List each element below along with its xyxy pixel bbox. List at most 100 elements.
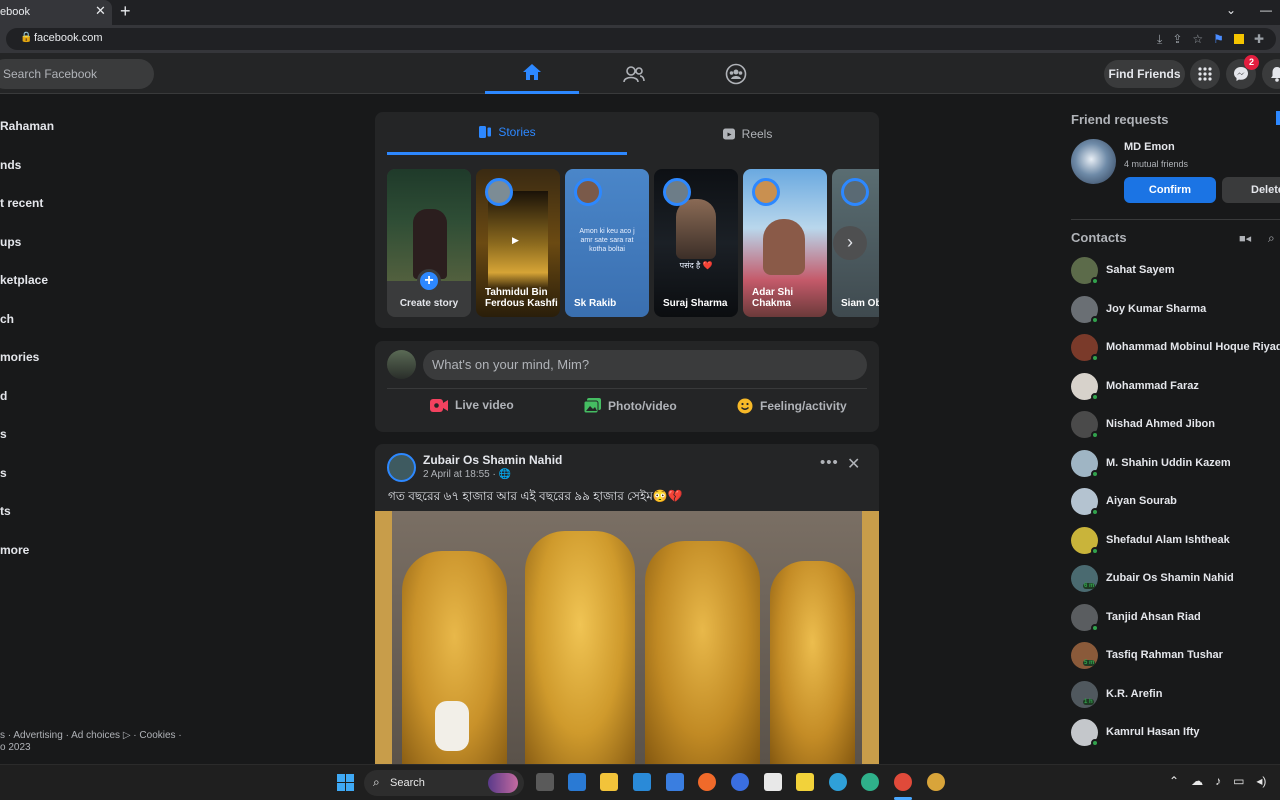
find-friends-button[interactable]: Find Friends	[1104, 60, 1185, 88]
sidebar-item-profile[interactable]: Rahaman	[0, 119, 54, 133]
tab-reels[interactable]: Reels	[627, 112, 867, 155]
live-video-icon	[430, 398, 448, 412]
firefox-dev-icon[interactable]	[731, 773, 749, 791]
story-item[interactable]: Adar Shi Chakma	[743, 169, 827, 317]
menu-button[interactable]	[1190, 59, 1220, 89]
windows-start-icon[interactable]	[337, 774, 354, 791]
sidebar-item-saved[interactable]: d	[0, 389, 7, 403]
contact-item[interactable]: Mohammad Faraz	[1071, 372, 1280, 403]
contact-item[interactable]: Aiyan Sourab	[1071, 488, 1280, 518]
post-timestamp[interactable]: 2 April at 18:55 · 🌐	[423, 469, 511, 480]
vscode-icon[interactable]	[633, 773, 651, 791]
story-author: Siam Ob	[841, 298, 879, 309]
more-options-icon[interactable]: •••	[820, 454, 839, 471]
edge-icon[interactable]	[829, 773, 847, 791]
extension-yellow-icon[interactable]	[1233, 34, 1244, 44]
file-explorer-icon[interactable]	[600, 773, 618, 791]
live-video-button[interactable]: Live video	[430, 398, 514, 412]
task-view-icon[interactable]	[536, 773, 554, 791]
story-item[interactable]: पसंद है ❤️ Suraj Sharma	[654, 169, 738, 317]
firefox-icon[interactable]	[698, 773, 716, 791]
story-person	[763, 219, 805, 275]
post-image[interactable]	[375, 511, 879, 764]
next-story-button[interactable]: ›	[833, 226, 867, 260]
contact-item[interactable]: Mohammad Mobinul Hoque Riyad	[1071, 334, 1280, 364]
minimize-icon[interactable]: —	[1260, 3, 1272, 17]
url-text[interactable]: facebook.com	[34, 32, 102, 44]
story-item[interactable]: ▶ Tahmidul Bin Ferdous Kashfi	[476, 169, 560, 317]
see-all-link[interactable]	[1276, 111, 1280, 125]
contact-item[interactable]: Nishad Ahmed Jibon	[1071, 411, 1280, 441]
avatar[interactable]	[1071, 139, 1116, 184]
chrome-icon[interactable]	[894, 773, 912, 791]
browser-tab[interactable]: ebook ✕	[0, 0, 112, 25]
sidebar-item-memories[interactable]: mories	[0, 350, 39, 364]
avatar[interactable]	[387, 453, 416, 482]
photo-video-button[interactable]: Photo/video	[584, 398, 677, 413]
tab-groups[interactable]	[689, 53, 783, 94]
sidebar-item-groups[interactable]: ups	[0, 235, 21, 249]
composer-card: What's on your mind, Mim? Live video Pho…	[375, 341, 879, 432]
sidebar-item-events[interactable]: s	[0, 466, 7, 480]
tab-search-icon[interactable]: ⌄	[1226, 3, 1236, 17]
tab-home[interactable]	[485, 53, 579, 94]
contact-name: K.R. Arefin	[1106, 687, 1163, 700]
network-icon[interactable]: ▭	[1233, 774, 1244, 788]
sticky-notes-icon[interactable]	[796, 773, 814, 791]
lock-icon[interactable]: 🔒	[20, 32, 32, 43]
confirm-button[interactable]: Confirm	[1124, 177, 1216, 203]
contact-item[interactable]: 1 h K.R. Arefin	[1071, 680, 1280, 711]
share-icon[interactable]: ⇪	[1172, 32, 1182, 47]
onedrive-icon[interactable]: ☁	[1191, 774, 1203, 788]
extension-icon[interactable]: ⚑	[1213, 32, 1224, 47]
contact-item[interactable]: M. Shahin Uddin Kazem	[1071, 449, 1280, 480]
sidebar-item-see-more[interactable]: more	[0, 543, 29, 557]
story-item[interactable]: Amon ki keu aco j amr sate sara rat koth…	[565, 169, 649, 317]
create-story-card[interactable]: + Create story	[387, 169, 471, 317]
tab-close-icon[interactable]: ✕	[95, 3, 106, 19]
search-icon[interactable]: ⌕	[1268, 231, 1275, 246]
sidebar-item-feeds[interactable]: ts	[0, 504, 11, 518]
app-icon[interactable]	[764, 773, 782, 791]
bookmark-star-icon[interactable]: ☆	[1192, 32, 1203, 47]
new-tab-button[interactable]: +	[120, 1, 131, 22]
sidebar-item-marketplace[interactable]: ketplace	[0, 273, 48, 287]
contact-item[interactable]: 5 m Tasfiq Rahman Tushar	[1071, 642, 1280, 672]
tab-stories[interactable]: Stories	[387, 112, 627, 155]
puzzle-icon[interactable]: ✚	[1254, 32, 1264, 47]
taskbar-search[interactable]: ⌕ Search	[364, 770, 524, 796]
edge-dev-icon[interactable]	[861, 773, 879, 791]
contact-item[interactable]: Kamrul Hasan Ifty	[1071, 719, 1280, 749]
contact-item[interactable]: Tanjid Ahsan Riad	[1071, 603, 1280, 634]
footer-line-1[interactable]: s · Advertising · Ad choices ▷ · Cookies…	[0, 730, 182, 742]
contact-item[interactable]: 6 m Zubair Os Shamin Nahid	[1071, 565, 1280, 595]
online-status-dot	[1091, 546, 1099, 555]
tab-friends[interactable]	[587, 53, 681, 94]
search-input[interactable]: Search Facebook	[0, 59, 154, 89]
sidebar-item-friends[interactable]: nds	[0, 158, 21, 172]
delete-button[interactable]: Delete	[1222, 177, 1280, 203]
post-author[interactable]: Zubair Os Shamin Nahid	[423, 453, 562, 467]
todo-icon[interactable]	[666, 773, 684, 791]
composer-input[interactable]: What's on your mind, Mim?	[423, 350, 867, 380]
sidebar-item-watch[interactable]: ch	[0, 312, 14, 326]
contact-item[interactable]: Shefadul Alam Ishtheak	[1071, 526, 1280, 557]
close-icon[interactable]: ✕	[847, 454, 860, 474]
chevron-up-icon[interactable]: ⌃	[1169, 774, 1179, 788]
contact-item[interactable]: Joy Kumar Sharma	[1071, 295, 1280, 326]
contact-item[interactable]: Sahat Sayem	[1071, 257, 1280, 287]
volume-icon[interactable]: ◂)	[1256, 774, 1266, 788]
install-icon[interactable]: ⤓	[1157, 32, 1162, 47]
store-icon[interactable]	[568, 773, 586, 791]
request-name[interactable]: MD Emon	[1124, 141, 1175, 153]
sidebar-item-pages[interactable]: s	[0, 427, 7, 441]
video-call-icon[interactable]: ■◂	[1239, 232, 1251, 245]
feeling-activity-button[interactable]: Feeling/activity	[737, 398, 847, 414]
notifications-button[interactable]	[1262, 59, 1280, 89]
chrome-profile-icon[interactable]	[927, 773, 945, 791]
url-box[interactable]: 🔒 facebook.com ⤓ ⇪ ☆ ⚑ ✚	[6, 28, 1276, 50]
plus-icon[interactable]: +	[417, 269, 441, 293]
microphone-icon[interactable]: ♪	[1215, 774, 1221, 788]
avatar[interactable]	[387, 350, 416, 379]
sidebar-item-most-recent[interactable]: t recent	[0, 196, 43, 210]
